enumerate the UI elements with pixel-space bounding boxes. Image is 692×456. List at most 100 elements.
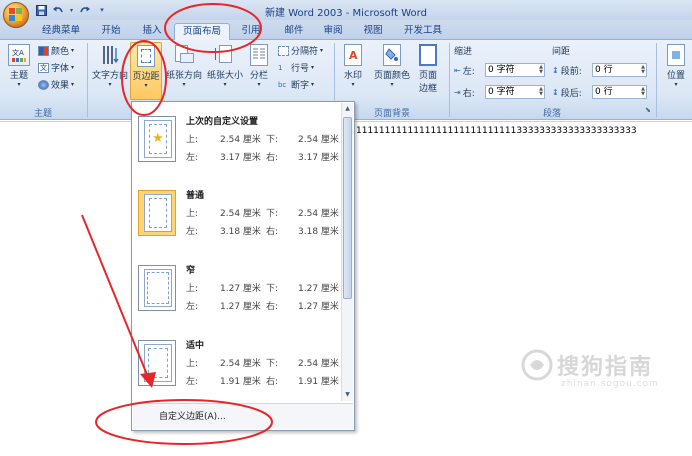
scroll-thumb[interactable] — [343, 117, 352, 299]
group-separator — [449, 43, 450, 117]
margin-preset-normal[interactable]: 普通 上: 2.54 厘米 下: 2.54 厘米 左: 3.18 厘米 右: 3… — [134, 180, 342, 250]
orientation-button[interactable]: 纸张方向 ▾ — [164, 44, 204, 88]
top-value: 1.27 厘米 — [220, 284, 261, 294]
theme-fonts-button[interactable]: 文 字体 ▾ — [38, 61, 74, 74]
tab-classic-menu[interactable]: 经典菜单 — [38, 23, 84, 40]
spacing-before-value: 0 行 — [595, 65, 613, 75]
margin-guides — [147, 272, 169, 304]
tab-developer[interactable]: 开发工具 — [400, 23, 446, 40]
tab-home[interactable]: 开始 — [98, 23, 124, 40]
tab-page-layout[interactable]: 页面布局 — [174, 23, 230, 40]
theme-effects-button[interactable]: 效果 ▾ — [38, 78, 74, 91]
position-button[interactable]: 位置 ▾ — [662, 44, 690, 88]
tab-mailings[interactable]: 邮件 — [281, 23, 307, 40]
preset-title: 窄 — [186, 266, 196, 276]
theme-colors-button[interactable]: 颜色 ▾ — [38, 44, 74, 57]
scroll-down-icon[interactable]: ▼ — [342, 391, 353, 398]
margin-preset-narrow[interactable]: 窄 上: 1.27 厘米 下: 1.27 厘米 左: 1.27 厘米 右: 1.… — [134, 255, 342, 325]
line-numbers-icon: 1 — [278, 63, 283, 72]
chevron-down-icon: ▾ — [674, 81, 678, 88]
watermark-main-text: 搜狗指南 — [557, 355, 654, 380]
indent-left-input[interactable]: 0 字符 ▲ ▼ — [485, 63, 545, 77]
tab-references[interactable]: 引用 — [238, 23, 264, 40]
sogou-watermark: 搜狗指南 zhinan.sogou.com — [515, 345, 685, 395]
page-color-label: 页面颜色 — [373, 71, 410, 81]
spinner-arrows-icon[interactable]: ▲ ▼ — [539, 65, 543, 75]
page-borders-button[interactable]: 页面 边框 — [415, 44, 441, 94]
left-label: 左: — [186, 377, 199, 387]
text-direction-button[interactable]: 文字方向 ▾ — [90, 44, 130, 88]
chevron-down-icon: ▾ — [17, 81, 21, 88]
tab-review[interactable]: 审阅 — [320, 23, 346, 40]
spacing-before-input[interactable]: 0 行 ▲ ▼ — [592, 63, 647, 77]
text-direction-icon — [99, 44, 121, 66]
size-button[interactable]: 纸张大小 ▾ — [205, 44, 245, 88]
chevron-down-icon: ▾ — [351, 81, 355, 88]
indent-left-label: 左: — [462, 67, 475, 77]
size-icon — [214, 44, 236, 66]
margins-button[interactable]: 页边距 ▾ — [130, 42, 162, 100]
chevron-down-icon: ▾ — [311, 64, 315, 71]
indent-right-input[interactable]: 0 字符 ▲ ▼ — [485, 85, 545, 99]
spinner-arrows-icon[interactable]: ▲ ▼ — [539, 87, 543, 97]
right-value: 1.27 厘米 — [298, 302, 339, 312]
columns-button[interactable]: 分栏 ▾ — [246, 44, 272, 88]
document-text[interactable]: 1111111111111111111111111111333333333333… — [356, 126, 637, 136]
left-value: 1.27 厘米 — [220, 302, 261, 312]
spacing-before-label: 段前: — [560, 67, 582, 77]
position-icon — [667, 44, 685, 66]
size-label: 纸张大小 — [206, 71, 243, 81]
breaks-button[interactable]: 分隔符 ▾ — [278, 44, 323, 57]
chevron-down-icon: ▾ — [108, 81, 112, 88]
bottom-label: 下: — [266, 284, 279, 294]
preset-title: 适中 — [186, 341, 205, 351]
page-color-button[interactable]: 页面颜色 ▾ — [370, 44, 414, 88]
tab-view[interactable]: 视图 — [360, 23, 386, 40]
custom-margins-button[interactable]: 自定义边距(A)... — [133, 403, 353, 429]
chevron-down-icon: ▾ — [71, 64, 75, 71]
watermark-button[interactable]: A 水印 ▾ — [338, 44, 368, 88]
left-label: 左: — [186, 227, 199, 237]
bottom-label: 下: — [266, 359, 279, 369]
theme-fonts-label: 字体 — [51, 64, 70, 74]
bottom-label: 下: — [266, 209, 279, 219]
indent-left-value: 0 字符 — [488, 65, 515, 75]
page-preview — [144, 269, 172, 307]
margin-preset-moderate[interactable]: 适中 上: 2.54 厘米 下: 2.54 厘米 左: 1.91 厘米 右: 1… — [134, 330, 342, 400]
tab-insert[interactable]: 插入 — [139, 23, 165, 40]
theme-colors-label: 颜色 — [51, 47, 70, 57]
orientation-icon — [173, 44, 195, 66]
watermark-label: 水印 — [343, 71, 362, 81]
office-button[interactable] — [3, 2, 29, 28]
line-numbers-button[interactable]: 1 行号 ▾ — [278, 61, 315, 75]
preset-title: 上次的自定义设置 — [186, 117, 259, 127]
hyphenation-icon: bc — [278, 80, 287, 89]
indent-right-value: 0 字符 — [488, 87, 515, 97]
margins-icon — [137, 45, 155, 67]
ribbon-tabs: 经典菜单 开始 插入 页面布局 引用 邮件 审阅 视图 开发工具 — [0, 20, 692, 40]
spinner-arrows-icon[interactable]: ▲ ▼ — [641, 65, 645, 75]
scroll-up-icon[interactable]: ▲ — [342, 105, 353, 112]
left-label: 左: — [186, 302, 199, 312]
spacing-after-input[interactable]: 0 行 ▲ ▼ — [592, 85, 647, 99]
right-label: 右: — [266, 227, 279, 237]
top-label: 上: — [186, 359, 199, 369]
themes-button[interactable]: 文A 主题 ▾ — [4, 44, 34, 88]
moderate-thumbnail — [138, 340, 176, 386]
dialog-launcher-icon[interactable]: ⬊ — [645, 106, 651, 114]
breaks-label: 分隔符 — [291, 47, 319, 57]
margin-preset-last-custom[interactable]: ★ 上次的自定义设置 上: 2.54 厘米 下: 2.54 厘米 左: 3.17… — [134, 106, 342, 176]
orientation-label: 纸张方向 — [165, 71, 202, 81]
preset-title: 普通 — [186, 191, 205, 201]
dropdown-scrollbar[interactable]: ▲ ▼ — [341, 103, 353, 401]
margins-label: 页边距 — [132, 72, 160, 82]
themes-label: 主题 — [9, 71, 28, 81]
spinner-arrows-icon[interactable]: ▲ ▼ — [641, 87, 645, 97]
page-preview: ★ — [144, 120, 172, 158]
top-label: 上: — [186, 209, 199, 219]
indent-left-icon: ⇤ — [454, 66, 461, 75]
hyphenation-button[interactable]: bc 断字 ▾ — [278, 78, 314, 92]
margin-guides — [148, 348, 168, 378]
bottom-value: 2.54 厘米 — [298, 209, 339, 219]
page-borders-label-2: 边框 — [418, 84, 437, 94]
